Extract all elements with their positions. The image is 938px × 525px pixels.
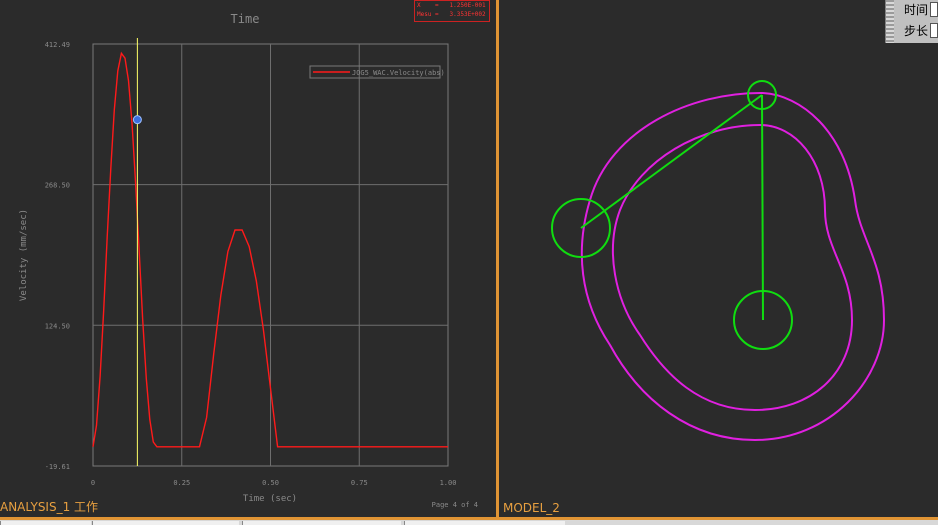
model-viewport[interactable]: MODEL_2 (500, 0, 938, 517)
time-input[interactable] (930, 1, 938, 17)
taskbar-button[interactable] (92, 521, 239, 525)
taskbar-button[interactable] (404, 521, 565, 525)
x-tick-label: 0 (91, 479, 95, 487)
analysis-viewport[interactable]: 0 0.25 0.50 0.75 1.00 412.49 268.50 124.50 -19.6… (0, 0, 496, 517)
analysis-pane-label: ANALYSIS_1 工作 (0, 500, 99, 514)
x-tick-label: 0.50 (262, 479, 279, 487)
x-tick-label: 1.00 (440, 479, 457, 487)
y-axis-label: Velocity (mm/sec) (19, 209, 29, 301)
taskbar-button[interactable] (242, 521, 401, 525)
measure-readout: X = 1.250E-001 Mesu = 3.353E+002 (414, 0, 490, 22)
cam-outer-profile (580, 91, 886, 442)
chart-title: Time (231, 12, 260, 26)
pane-divider[interactable] (496, 0, 499, 517)
y-tick-label: -19.61 (45, 463, 70, 471)
step-label: 步长 (904, 23, 929, 38)
x-axis-label: Time (sec) (243, 494, 297, 504)
y-tick-label: 268.50 (45, 182, 70, 190)
cam-inner-profile (611, 123, 854, 412)
playback-panel: 时间 步长 (885, 0, 938, 43)
panel-grip-handle[interactable] (886, 0, 894, 43)
time-row: 时间 (904, 1, 938, 17)
time-label: 时间 (904, 2, 929, 17)
y-tick-label: 412.49 (45, 41, 70, 49)
cam-mechanism-view[interactable] (500, 0, 938, 517)
taskbar-button[interactable] (0, 521, 91, 525)
readout-measure: Mesu = 3.353E+002 (417, 11, 486, 18)
y-tick-label: 124.50 (45, 322, 70, 330)
velocity-chart[interactable]: 0 0.25 0.50 0.75 1.00 412.49 268.50 124.50 -19.6… (0, 0, 496, 517)
legend-label: JOG5_WAC.Velocity(abs) (352, 69, 445, 77)
x-tick-label: 0.75 (351, 479, 368, 487)
page-indicator: Page 4 of 4 (432, 501, 478, 509)
step-row: 步长 (904, 22, 938, 38)
cursor-marker (132, 115, 142, 125)
model-pane-label: MODEL_2 (503, 501, 560, 515)
readout-x: X = 1.250E-001 (417, 2, 486, 9)
x-tick-label: 0.25 (173, 479, 190, 487)
cam-shaft-link (761, 94, 764, 321)
step-input[interactable] (930, 22, 938, 38)
